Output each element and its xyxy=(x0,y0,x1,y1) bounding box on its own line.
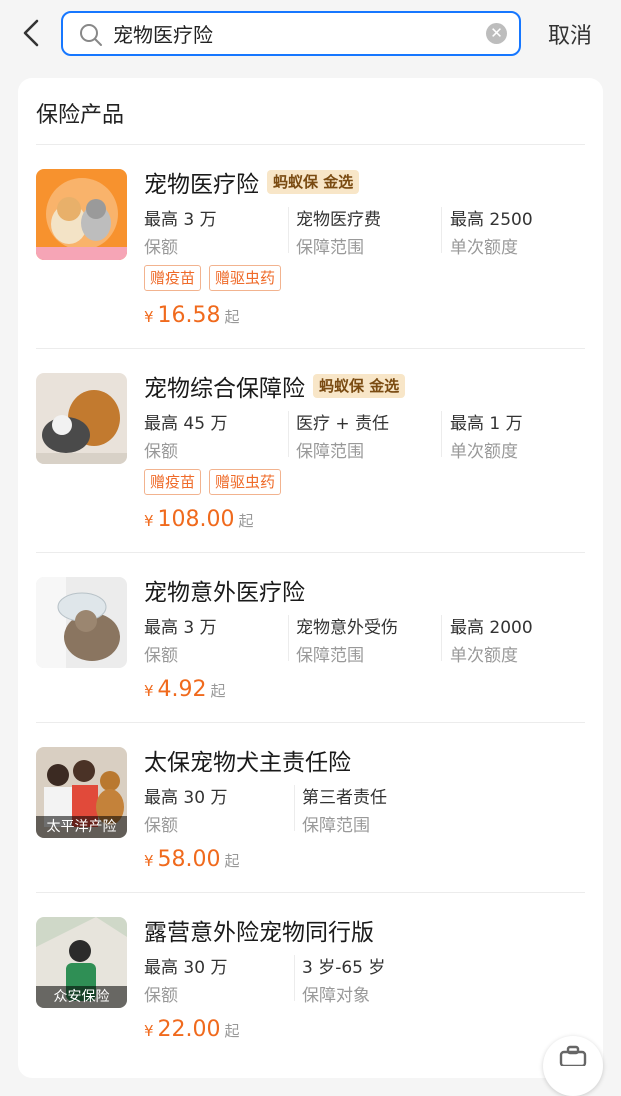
currency-symbol: ¥ xyxy=(144,1022,154,1040)
product-image xyxy=(36,373,127,464)
price-suffix: 起 xyxy=(224,1022,240,1040)
currency-symbol: ¥ xyxy=(144,308,154,326)
product-image: 太平洋产险 xyxy=(36,747,127,838)
briefcase-icon xyxy=(559,1045,587,1068)
currency-symbol: ¥ xyxy=(144,852,154,870)
product-image xyxy=(36,577,127,668)
section-title: 保险产品 xyxy=(36,103,125,128)
price-suffix: 起 xyxy=(224,308,240,326)
attr-separator xyxy=(294,955,295,1001)
price-row: ¥ 108.00 起 xyxy=(144,507,254,532)
attr-value: 3 岁-65 岁 xyxy=(302,958,386,978)
tag: 赠疫苗 xyxy=(144,469,202,495)
attr-separator xyxy=(441,615,442,661)
attr-value: 最高 2500 xyxy=(450,210,533,230)
price-row: ¥ 16.58 起 xyxy=(144,303,240,328)
back-button[interactable] xyxy=(14,16,48,50)
attr-separator xyxy=(294,785,295,831)
attr-value: 最高 30 万 xyxy=(144,958,228,978)
price-row: ¥ 22.00 起 xyxy=(144,1017,240,1042)
results-panel: 保险产品 宠物医疗险 蚂蚁保 金选 最高 3 万保额 宠物医疗费保障范围 最高 … xyxy=(18,78,603,1078)
product-card[interactable]: 宠物综合保障险 蚂蚁保 金选 最高 45 万保额 医疗 + 责任 保障范围 最高 … xyxy=(36,349,585,553)
attr-label: 单次额度 xyxy=(450,442,518,462)
product-card[interactable]: 太平洋产险 太保宠物犬主责任险 最高 30 万保额 第三者责任保障范围 ¥ 58… xyxy=(36,723,585,893)
attr-value: 最高 2000 xyxy=(450,618,533,638)
product-name: 宠物综合保障险 xyxy=(144,376,305,402)
product-image: 众安保险 xyxy=(36,917,127,1008)
image-caption: 太平洋产险 xyxy=(36,816,127,838)
attr-value: 医疗 + 责任 xyxy=(296,414,390,434)
attr-label: 保额 xyxy=(144,986,178,1006)
top-bar: ✕ 取消 xyxy=(0,0,621,70)
product-name: 宠物意外医疗险 xyxy=(144,580,305,606)
product-attributes: 最高 30 万保额 第三者责任保障范围 xyxy=(144,783,584,836)
product-attributes: 最高 3 万保额 宠物意外受伤 保障范围 最高 2000 单次额度 xyxy=(144,613,584,666)
price: 58.00 xyxy=(157,847,221,872)
product-badge: 蚂蚁保 金选 xyxy=(313,374,406,398)
price: 22.00 xyxy=(157,1017,221,1042)
product-attributes: 最高 30 万保额 3 岁-65 岁保障对象 xyxy=(144,953,584,1006)
product-attributes: 最高 45 万保额 医疗 + 责任 保障范围 最高 1 万单次额度 xyxy=(144,409,584,462)
attr-label: 保额 xyxy=(144,238,178,258)
back-arrow-icon xyxy=(23,19,39,47)
attr-value: 最高 3 万 xyxy=(144,618,217,638)
image-caption: 众安保险 xyxy=(36,986,127,1008)
tag-list: 赠疫苗 赠驱虫药 xyxy=(144,265,282,291)
tag: 赠驱虫药 xyxy=(209,469,282,495)
attr-label: 保额 xyxy=(144,816,178,836)
attr-label: 单次额度 xyxy=(450,646,518,666)
price: 4.92 xyxy=(157,677,207,702)
product-name: 太保宠物犬主责任险 xyxy=(144,750,351,776)
product-card[interactable]: 宠物医疗险 蚂蚁保 金选 最高 3 万保额 宠物医疗费保障范围 最高 2500 单… xyxy=(36,145,585,349)
price-suffix: 起 xyxy=(210,682,226,700)
currency-symbol: ¥ xyxy=(144,512,154,530)
clear-icon[interactable]: ✕ xyxy=(486,23,507,44)
price: 108.00 xyxy=(157,507,235,532)
product-card[interactable]: 宠物意外医疗险 最高 3 万保额 宠物意外受伤 保障范围 最高 2000 单次额度 … xyxy=(36,553,585,723)
attr-value: 第三者责任 xyxy=(302,788,387,808)
attr-separator xyxy=(441,411,442,457)
product-badge: 蚂蚁保 金选 xyxy=(267,170,360,194)
attr-value: 最高 30 万 xyxy=(144,788,228,808)
tag: 赠疫苗 xyxy=(144,265,202,291)
tag: 赠驱虫药 xyxy=(209,265,282,291)
attr-label: 保额 xyxy=(144,442,178,462)
attr-label: 保障对象 xyxy=(302,986,370,1006)
search-box[interactable]: ✕ xyxy=(61,11,521,56)
attr-value: 宠物医疗费 xyxy=(296,210,381,230)
search-input[interactable] xyxy=(113,13,493,54)
price-suffix: 起 xyxy=(224,852,240,870)
product-name: 宠物医疗险 xyxy=(144,172,259,198)
attr-label: 保障范围 xyxy=(302,816,370,836)
price-suffix: 起 xyxy=(238,512,254,530)
attr-separator xyxy=(288,411,289,457)
tag-list: 赠疫苗 赠驱虫药 xyxy=(144,469,282,495)
product-attributes: 最高 3 万保额 宠物医疗费保障范围 最高 2500 单次额度 xyxy=(144,205,584,258)
attr-separator xyxy=(288,207,289,253)
attr-separator xyxy=(288,615,289,661)
attr-label: 保障范围 xyxy=(296,238,364,258)
cancel-button[interactable]: 取消 xyxy=(548,18,592,50)
attr-value: 最高 3 万 xyxy=(144,210,217,230)
product-card[interactable]: 众安保险 露营意外险宠物同行版 最高 30 万保额 3 岁-65 岁保障对象 ¥… xyxy=(36,893,585,1063)
attr-value: 最高 45 万 xyxy=(144,414,228,434)
attr-value: 最高 1 万 xyxy=(450,414,523,434)
search-icon xyxy=(80,24,102,46)
price-row: ¥ 58.00 起 xyxy=(144,847,240,872)
product-image xyxy=(36,169,127,260)
product-name: 露营意外险宠物同行版 xyxy=(144,920,374,946)
attr-separator xyxy=(441,207,442,253)
attr-label: 保额 xyxy=(144,646,178,666)
attr-label: 保障范围 xyxy=(296,442,364,462)
attr-label: 单次额度 xyxy=(450,238,518,258)
attr-value: 宠物意外受伤 xyxy=(296,618,398,638)
floating-action-button[interactable] xyxy=(543,1036,603,1096)
currency-symbol: ¥ xyxy=(144,682,154,700)
price: 16.58 xyxy=(157,303,221,328)
attr-label: 保障范围 xyxy=(296,646,364,666)
price-row: ¥ 4.92 起 xyxy=(144,677,226,702)
